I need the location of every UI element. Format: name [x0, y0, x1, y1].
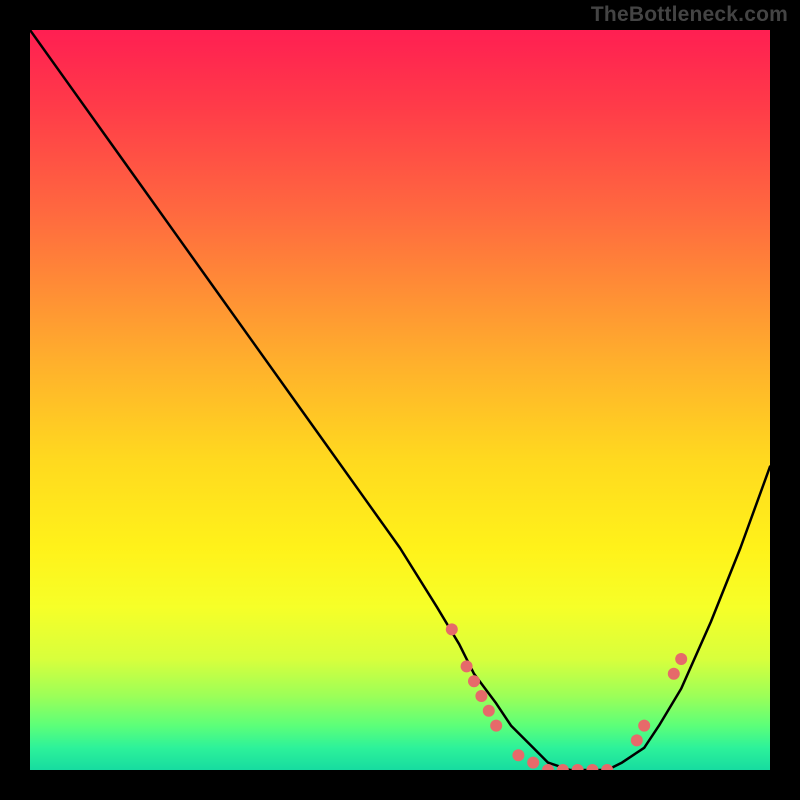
markers-group — [446, 623, 687, 770]
data-marker — [586, 764, 598, 770]
data-marker — [631, 734, 643, 746]
data-marker — [572, 764, 584, 770]
data-marker — [446, 623, 458, 635]
data-marker — [527, 757, 539, 769]
plot-area — [30, 30, 770, 770]
data-marker — [483, 705, 495, 717]
data-marker — [668, 668, 680, 680]
data-marker — [475, 690, 487, 702]
data-marker — [490, 720, 502, 732]
data-marker — [461, 660, 473, 672]
bottleneck-curve — [30, 30, 770, 770]
data-marker — [512, 749, 524, 761]
curve-layer — [30, 30, 770, 770]
chart-stage: TheBottleneck.com — [0, 0, 800, 800]
data-marker — [675, 653, 687, 665]
data-marker — [468, 675, 480, 687]
data-marker — [601, 764, 613, 770]
watermark: TheBottleneck.com — [591, 3, 788, 27]
data-marker — [638, 720, 650, 732]
